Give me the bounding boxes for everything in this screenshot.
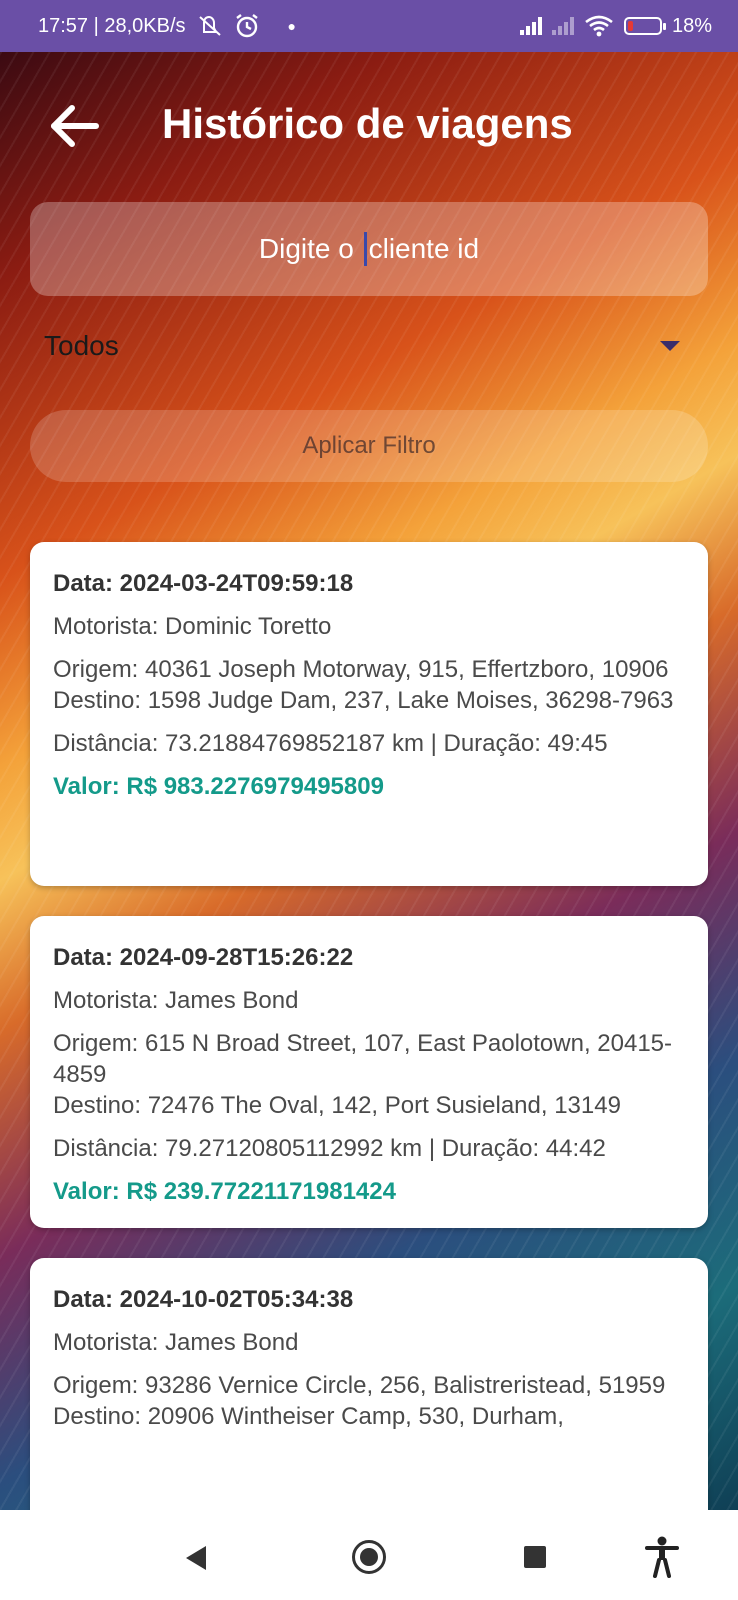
apply-filter-button[interactable]: Aplicar Filtro — [30, 410, 708, 482]
trip-date: Data: 2024-03-24T09:59:18 — [53, 570, 354, 597]
back-triangle-icon[interactable] — [186, 1546, 206, 1570]
text-cursor — [363, 232, 367, 266]
trip-driver: Motorista: Dominic Toretto — [53, 613, 332, 640]
signal-icon — [519, 17, 542, 35]
battery-icon — [623, 17, 666, 35]
trip-origin: Origem: 40361 Joseph Motorway, 915, Effe… — [53, 656, 669, 683]
trip-date: Data: 2024-10-02T05:34:38 — [53, 1286, 354, 1313]
trip-origin: Origem: 615 N Broad Street, 107, East Pa… — [53, 1030, 673, 1088]
top-app-bar: Histórico de viagens — [0, 92, 738, 162]
status-time: 17:57 | 28,0KB/s — [38, 14, 186, 37]
trip-card[interactable]: Data: 2024-03-24T09:59:18 Motorista: Dom… — [30, 542, 708, 886]
status-right: 18% — [519, 14, 712, 38]
trip-card[interactable]: Data: 2024-10-02T05:34:38 Motorista: Jam… — [30, 1258, 708, 1510]
trip-value: Valor: R$ 983.2276979495809 — [53, 773, 384, 800]
dropdown-arrow-icon — [660, 341, 680, 351]
notification-dot: ● — [287, 18, 296, 34]
trip-driver: Motorista: James Bond — [53, 987, 299, 1014]
page-title: Histórico de viagens — [162, 100, 573, 147]
dropdown-selected-value: Todos — [44, 330, 119, 361]
trip-value: Valor: R$ 239.77221171981424 — [53, 1178, 396, 1205]
home-circle-icon[interactable] — [352, 1540, 386, 1574]
system-nav-bar — [0, 1510, 738, 1600]
recents-square-icon[interactable] — [524, 1546, 546, 1568]
search-placeholder-end: cliente id — [368, 233, 480, 264]
trip-origin: Origem: 93286 Vernice Circle, 256, Balis… — [53, 1372, 666, 1399]
app-area: Histórico de viagens Digite o cliente id… — [0, 52, 738, 1510]
status-filter-dropdown[interactable]: Todos — [44, 320, 680, 372]
mute-icon — [198, 15, 221, 36]
battery-fill — [627, 21, 634, 31]
trip-destination: Destino: 20906 Wintheiser Camp, 530, Dur… — [53, 1403, 564, 1430]
alarm-icon — [235, 14, 258, 38]
search-placeholder-start: Digite o — [258, 233, 362, 264]
trip-distance-duration: Distância: 79.27120805112992 km | Duraçã… — [53, 1135, 606, 1162]
battery-percent: 18% — [671, 14, 712, 37]
trip-driver: Motorista: James Bond — [53, 1329, 299, 1356]
trip-card[interactable]: Data: 2024-09-28T15:26:22 Motorista: Jam… — [30, 916, 708, 1228]
status-left: 17:57 | 28,0KB/s ● — [38, 13, 296, 39]
trip-distance-duration: Distância: 73.21884769852187 km | Duraçã… — [53, 730, 608, 757]
signal-off-icon — [551, 17, 574, 35]
accessibility-icon[interactable] — [644, 1536, 680, 1578]
apply-filter-label: Aplicar Filtro — [302, 432, 436, 459]
trip-date: Data: 2024-09-28T15:26:22 — [53, 944, 354, 971]
trip-destination: Destino: 72476 The Oval, 142, Port Susie… — [53, 1092, 621, 1119]
status-bar: 17:57 | 28,0KB/s ● 18% — [0, 0, 738, 52]
arrow-left-icon[interactable] — [48, 102, 102, 150]
wifi-icon — [585, 15, 613, 37]
trip-destination: Destino: 1598 Judge Dam, 237, Lake Moise… — [53, 687, 674, 714]
client-id-input[interactable]: Digite o cliente id — [30, 202, 708, 296]
